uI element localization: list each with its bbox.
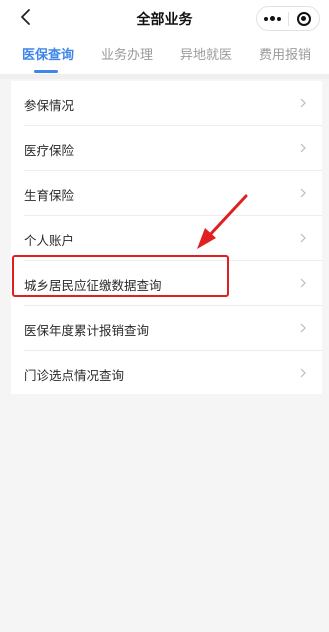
- red-pointer-arrow-icon: [197, 194, 248, 249]
